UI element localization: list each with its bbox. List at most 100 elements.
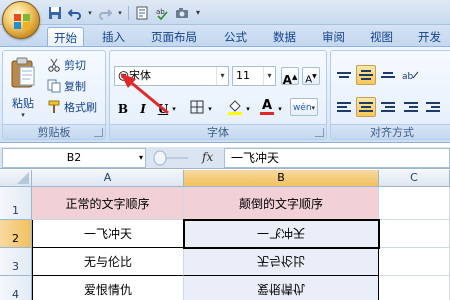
align-middle-button[interactable]: [356, 65, 376, 85]
font-size-dropdown-icon[interactable]: ▾: [263, 67, 275, 85]
qat-separator: [128, 5, 129, 20]
font-color-dropdown-icon[interactable]: ▾: [276, 99, 284, 117]
tab-page-layout[interactable]: 页面布局: [145, 27, 203, 47]
cell-b2[interactable]: 一飞冲天: [184, 220, 379, 248]
increase-indent-button[interactable]: [423, 97, 443, 117]
font-group-label: 字体: [110, 124, 326, 139]
row-header-4[interactable]: 4: [0, 276, 32, 300]
formula-bar: B2 ▾ fx 一飞冲天: [0, 147, 450, 169]
print-preview-icon[interactable]: [133, 4, 151, 22]
paste-dropdown-icon[interactable]: ▾: [9, 111, 37, 119]
borders-button[interactable]: [188, 99, 206, 117]
paste-label: 粘贴: [12, 97, 34, 110]
cell-b1[interactable]: 颠倒的文字顺序: [184, 187, 379, 220]
align-right-button[interactable]: [378, 97, 398, 117]
align-left-button[interactable]: [334, 97, 354, 117]
paint-bucket-icon: [228, 100, 242, 115]
font-color-glyph: A: [261, 98, 273, 113]
orientation-icon: ab: [402, 71, 419, 82]
camera-icon[interactable]: [173, 4, 191, 22]
cut-label: 剪切: [64, 59, 86, 72]
decrease-indent-button[interactable]: [401, 97, 421, 117]
cell-a2[interactable]: 一飞冲天: [32, 220, 184, 248]
grow-font-button[interactable]: A▲: [281, 67, 299, 87]
cell-c1[interactable]: [379, 187, 450, 220]
fill-color-button[interactable]: [226, 98, 244, 116]
column-header-a[interactable]: A: [32, 170, 184, 187]
cell-b4-flipped-text: 爱恨情仇: [256, 282, 305, 296]
column-header-b[interactable]: B: [184, 170, 379, 187]
shrink-font-button[interactable]: A▼: [302, 67, 320, 85]
row-header-2[interactable]: 2: [0, 220, 32, 248]
tab-review[interactable]: 审阅: [316, 27, 351, 47]
cut-button[interactable]: 剪切: [47, 56, 86, 74]
cell-a3[interactable]: 无与伦比: [32, 248, 184, 276]
copy-button[interactable]: 复制: [47, 77, 86, 95]
format-painter-icon: [48, 100, 60, 113]
phonetic-button[interactable]: wén▾: [290, 98, 318, 116]
svg-text:ab: ab: [402, 72, 414, 82]
copy-icon: [47, 79, 61, 93]
font-name-dropdown-icon[interactable]: ▾: [216, 67, 228, 85]
tab-formulas[interactable]: 公式: [218, 27, 253, 47]
office-logo-icon: [14, 14, 30, 29]
row-header-1[interactable]: 1: [0, 187, 32, 220]
redo-dropdown-icon[interactable]: ▾: [116, 4, 124, 22]
fill-color-dropdown-icon[interactable]: ▾: [244, 99, 252, 117]
tab-view[interactable]: 视图: [364, 27, 399, 47]
font-name-combo[interactable]: @宋体 ▾: [114, 66, 229, 86]
name-box[interactable]: B2 ▾: [2, 148, 146, 168]
tab-developer[interactable]: 开发工: [412, 27, 450, 64]
formula-controls: fx: [150, 148, 230, 168]
redo-icon[interactable]: [96, 4, 114, 22]
cell-a4[interactable]: 爱恨情仇: [32, 276, 184, 300]
cell-c4[interactable]: [379, 276, 450, 300]
font-name-value: @宋体: [118, 69, 151, 82]
font-size-combo[interactable]: 11 ▾: [232, 66, 276, 86]
cell-c2[interactable]: [379, 220, 450, 248]
name-box-value: B2: [66, 151, 82, 164]
select-all-corner[interactable]: [0, 170, 32, 187]
underline-dropdown-icon[interactable]: ▾: [170, 99, 178, 117]
cell-b2-flipped-text: 一飞冲天: [256, 226, 305, 240]
font-color-button[interactable]: A: [258, 98, 276, 116]
paste-icon: [11, 57, 35, 88]
paste-button[interactable]: 粘贴 ▾: [9, 57, 37, 121]
tab-insert[interactable]: 插入: [96, 27, 131, 47]
customize-qat-icon[interactable]: ▾: [193, 4, 203, 22]
name-box-dropdown-icon[interactable]: ▾: [139, 149, 143, 167]
font-launcher-icon[interactable]: [315, 128, 324, 137]
format-painter-button[interactable]: 格式刷: [47, 98, 97, 116]
cell-b4[interactable]: 爱恨情仇: [184, 276, 379, 300]
tab-data[interactable]: 数据: [267, 27, 302, 47]
tab-home[interactable]: 开始: [47, 27, 84, 48]
formula-input[interactable]: 一飞冲天: [224, 148, 450, 168]
spreadsheet-grid: A B C 1 2 3 4 正常的文字顺序 颠倒的文字顺序 一飞冲天 一飞冲天 …: [0, 170, 450, 300]
undo-icon[interactable]: [66, 4, 84, 22]
format-painter-label: 格式刷: [64, 101, 97, 114]
align-bottom-button[interactable]: [378, 65, 398, 85]
title-bar: ▾ ▾ ab ▾: [0, 0, 450, 39]
cell-b3[interactable]: 无与伦比: [184, 248, 379, 276]
insert-function-button[interactable]: fx: [202, 150, 213, 164]
border-icon: [190, 100, 204, 114]
column-header-c[interactable]: C: [379, 170, 450, 187]
cell-a1[interactable]: 正常的文字顺序: [32, 187, 184, 220]
clipboard-launcher-icon[interactable]: [94, 128, 103, 137]
bold-button[interactable]: B: [114, 99, 132, 117]
align-center-button[interactable]: [356, 97, 376, 117]
quick-access-toolbar: ▾ ▾ ab ▾: [46, 3, 203, 22]
text-orientation-button[interactable]: ab: [401, 65, 421, 85]
save-icon[interactable]: [46, 4, 64, 22]
office-button[interactable]: [2, 1, 40, 39]
cell-c3[interactable]: [379, 248, 450, 276]
borders-dropdown-icon[interactable]: ▾: [206, 99, 214, 117]
spelling-icon[interactable]: ab: [153, 4, 171, 22]
copy-label: 复制: [64, 80, 86, 93]
clipboard-group: 粘贴 ▾ 剪切 复制 格式刷 剪贴板: [2, 50, 106, 140]
undo-dropdown-icon[interactable]: ▾: [86, 4, 94, 22]
row-header-3[interactable]: 3: [0, 248, 32, 276]
ribbon: 粘贴 ▾ 剪切 复制 格式刷 剪贴板 @宋体 ▾ 11 ▾ A▲ A▼ B I …: [0, 46, 450, 143]
italic-button[interactable]: I: [134, 99, 152, 117]
align-top-button[interactable]: [334, 65, 354, 85]
